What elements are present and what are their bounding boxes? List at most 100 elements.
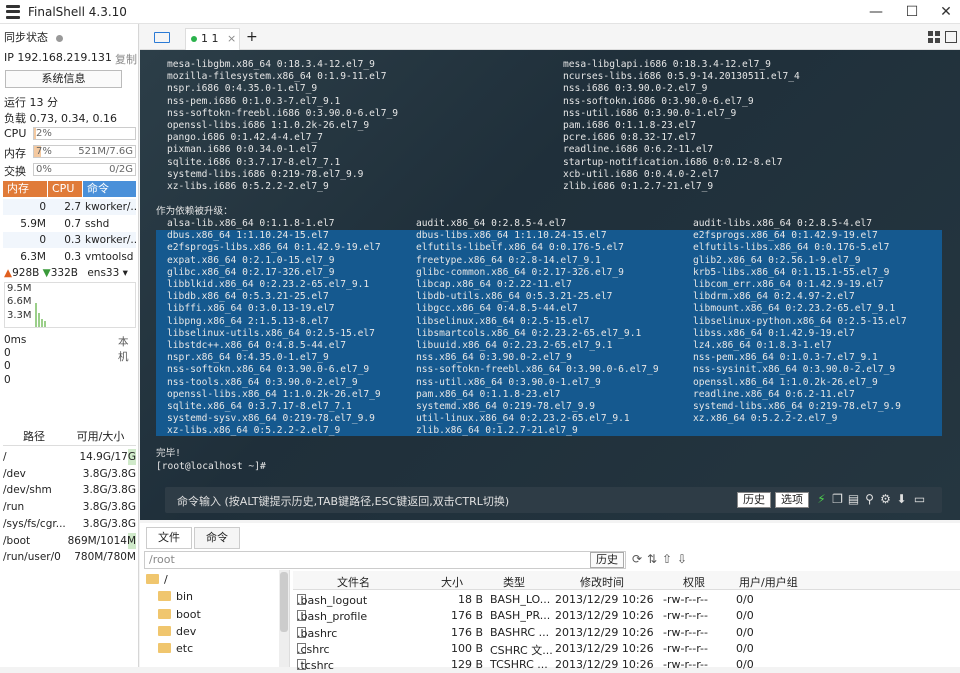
- col-mtime[interactable]: 修改时间: [580, 574, 624, 590]
- tab-session-1[interactable]: 1 1 ×: [185, 28, 240, 50]
- tree-scrollbar[interactable]: [279, 570, 289, 667]
- tree-item[interactable]: boot: [158, 608, 201, 621]
- layout-grid-icon[interactable]: [928, 31, 940, 43]
- disk-row: /boot 869M/1014M: [3, 532, 136, 549]
- process-mem: 5.9M: [20, 217, 46, 230]
- process-row[interactable]: 6.3M 0.3 vmtoolsd: [3, 249, 136, 265]
- latency-host[interactable]: 本机: [118, 334, 138, 364]
- table-row[interactable]: .bash_profile 176 B BASH_PR... 2013/12/29 1…: [293, 608, 960, 624]
- file-name-label: .cshrc: [297, 642, 330, 656]
- swap-meter: 0% 0/2G: [33, 163, 136, 176]
- command-input[interactable]: 命令输入 (按ALT键提示历史,TAB键路径,ESC键返回,双击CTRL切换): [177, 493, 509, 509]
- terminal-line: sqlite.i686 0:3.7.17-8.el7_7.1: [167, 156, 341, 168]
- terminal-line: freetype.x86_64 0:2.8-14.el7_9.1: [416, 254, 601, 266]
- col-owner[interactable]: 用户/用户组: [739, 574, 798, 590]
- tree-item[interactable]: bin: [158, 590, 193, 603]
- load-average: 负载 0.73, 0.34, 0.16: [4, 112, 117, 125]
- process-row[interactable]: 0 2.7 kworker/...: [3, 199, 136, 215]
- disk-path: /sys/fs/cgr...: [3, 517, 65, 530]
- copy-icon[interactable]: ❐: [831, 493, 844, 506]
- terminal-line: mesa-libgbm.x86_64 0:18.3.4-12.el7_9: [167, 59, 375, 70]
- table-row[interactable]: .bash_logout 18 B BASH_LO... 2013/12/29 10:…: [293, 592, 960, 608]
- status-dot-icon: [56, 34, 63, 42]
- disk-size: 3.8G/3.8G: [82, 517, 136, 530]
- disk-size: 780M/780M: [74, 551, 136, 564]
- tab-files[interactable]: 文件: [146, 527, 192, 549]
- file-owner: 0/0: [736, 593, 754, 606]
- paste-icon[interactable]: ▤: [847, 493, 860, 506]
- terminal-line: elfutils-libelf.x86_64 0:0.176-5.el7: [416, 242, 624, 254]
- terminal-line: libcom_err.x86_64 0:1.42.9-19.el7: [693, 279, 884, 290]
- folder-icon[interactable]: [154, 32, 170, 43]
- upload-icon[interactable]: ⇧: [662, 552, 672, 566]
- file-type: TCSHRC ...: [490, 658, 548, 672]
- terminal-line: libffi.x86_64 0:3.0.13-19.el7: [167, 303, 335, 315]
- download-icon[interactable]: ⬇: [895, 493, 908, 506]
- table-row[interactable]: .cshrc 100 B CSHRC 文... 2013/12/29 10:26 -rw…: [293, 641, 960, 657]
- path-input[interactable]: /root: [144, 551, 626, 569]
- minimize-button[interactable]: —: [860, 0, 892, 24]
- process-cpu: 2.7: [64, 201, 81, 213]
- tree-item-label: dev: [176, 624, 197, 638]
- copy-ip-button[interactable]: 复制: [115, 51, 137, 67]
- terminal[interactable]: mesa-libgbm.x86_64 0:18.3.4-12.el7_9 mozi…: [140, 50, 960, 520]
- file-type: BASHRC ...: [490, 625, 550, 639]
- file-size: 176 B: [450, 625, 483, 639]
- chevron-down-icon[interactable]: ▾: [123, 267, 128, 279]
- table-row[interactable]: .bashrc 176 B BASHRC ... 2013/12/29 10:26 -r…: [293, 625, 960, 641]
- connected-dot-icon: [191, 36, 197, 42]
- col-perm[interactable]: 权限: [683, 574, 705, 590]
- folder-icon: [158, 625, 171, 636]
- disk-size: 14.9G/17G: [65, 449, 136, 465]
- disk-row: /run 3.8G/3.8G: [3, 499, 136, 515]
- col-name[interactable]: 文件名: [337, 574, 370, 590]
- terminal-line: nss-pem.i686 0:1.0.3-7.el7_9.1: [167, 95, 341, 107]
- terminal-line: expat.x86_64 0:2.1.0-15.el7_9: [167, 254, 335, 266]
- col-size[interactable]: 大小: [441, 574, 463, 590]
- folder-icon: [158, 608, 171, 619]
- terminal-line: xz-libs.x86_64 0:5.2.2-2.el7_9: [167, 425, 341, 437]
- search-icon[interactable]: ⚲: [863, 493, 876, 506]
- terminal-line: nspr.x86_64 0:4.35.0-1.el7_9: [167, 352, 329, 364]
- col-type[interactable]: 类型: [503, 574, 525, 590]
- tab-close-icon[interactable]: ×: [227, 32, 236, 45]
- terminal-line: libss.x86_64 0:1.42.9-19.el7: [693, 327, 855, 339]
- tab-commands[interactable]: 命令: [194, 527, 240, 549]
- maximize-button[interactable]: ☐: [896, 0, 928, 24]
- terminal-line: pam.x86_64 0:1.1.8-23.el7: [416, 388, 561, 400]
- mem-label: 内存: [4, 147, 26, 160]
- process-cpu: 0.3: [64, 250, 81, 263]
- lightning-icon[interactable]: ⚡: [815, 493, 828, 506]
- terminal-line: ncurses-libs.i686 0:5.9-14.20130511.el7_…: [563, 71, 800, 83]
- tree-item[interactable]: etc: [158, 642, 193, 655]
- panel-toggle-icon[interactable]: [945, 31, 957, 43]
- terminal-line: e2fsprogs-libs.x86_64 0:1.42.9-19.el7: [167, 242, 381, 254]
- download-file-icon[interactable]: ⇩: [677, 552, 687, 566]
- close-button[interactable]: ✕: [930, 0, 960, 24]
- file-perm: -rw-r--r--: [663, 593, 708, 606]
- command-input-bar[interactable]: 命令输入 (按ALT键提示历史,TAB键路径,ESC键返回,双击CTRL切换) …: [165, 487, 942, 513]
- window-icon[interactable]: ▭: [913, 493, 926, 506]
- add-tab-button[interactable]: +: [246, 29, 258, 45]
- refresh-icon[interactable]: ⟳: [632, 552, 642, 566]
- file-type: CSHRC 文...: [490, 643, 553, 657]
- process-row[interactable]: 5.9M 0.7 sshd: [3, 216, 136, 232]
- path-history-button[interactable]: 历史: [590, 552, 624, 568]
- system-info-button[interactable]: 系统信息: [5, 70, 122, 88]
- process-cmd: sshd: [85, 217, 110, 230]
- tree-item[interactable]: /: [146, 573, 168, 586]
- tree-item[interactable]: dev: [158, 625, 196, 638]
- options-button[interactable]: 选项: [775, 492, 809, 508]
- title-bar: FinalShell 4.3.10 — ☐ ✕: [0, 0, 960, 24]
- process-table-header[interactable]: 内存 CPU 命令: [3, 181, 136, 197]
- gear-icon[interactable]: ⚙: [879, 493, 892, 506]
- disk-path: /boot: [3, 534, 31, 547]
- terminal-line: nss-softokn-freebl.x86_64 0:3.90.0-6.el7…: [416, 364, 659, 376]
- terminal-line: audit.x86_64 0:2.8.5-4.el7: [416, 218, 567, 229]
- process-row[interactable]: 0 0.3 kworker/...: [3, 232, 136, 248]
- sync-icon[interactable]: ⇅: [647, 552, 657, 566]
- swap-label: 交换: [4, 165, 26, 178]
- terminal-line: nss-softokn.i686 0:3.90.0-6.el7_9: [563, 95, 754, 107]
- table-row[interactable]: .tcshrc 129 B TCSHRC ... 2013/12/29 10:26 -r…: [293, 657, 960, 673]
- history-button[interactable]: 历史: [737, 492, 771, 508]
